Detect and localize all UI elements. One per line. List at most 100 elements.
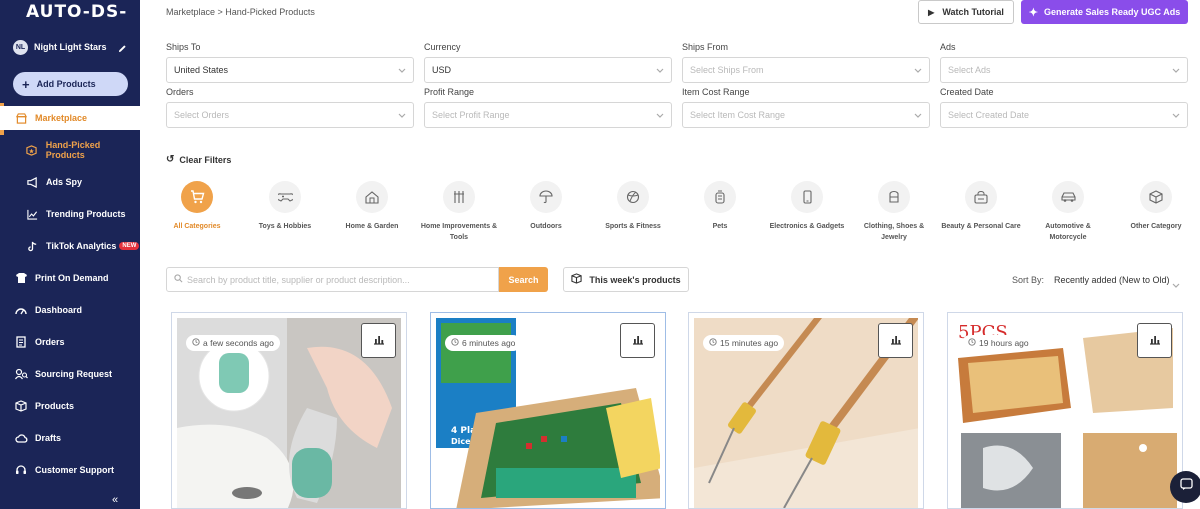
created-date-label: Created Date [940,87,994,97]
category-outdoors[interactable]: Outdoors [506,181,586,232]
sort-select[interactable]: Recently added (New to Old) [1054,275,1170,285]
category-label: Pets [712,223,728,230]
add-products-button[interactable]: + Add Products [13,72,128,96]
house-icon [356,181,388,213]
breadcrumb: Marketplace > Hand-Picked Products [166,7,315,17]
search-icon [174,274,183,285]
ships-from-select[interactable]: Select Ships From [682,57,930,83]
item-cost-select[interactable]: Select Item Cost Range [682,102,930,128]
logo[interactable]: AUTO-DS- [26,2,127,22]
ball-icon [617,181,649,213]
sidebar-item-label: Trending Products [46,209,126,219]
chat-support-button[interactable] [1170,471,1200,503]
ships-to-label: Ships To [166,42,201,52]
time-added-badge: 15 minutes ago [703,335,785,351]
sidebar-item-label: Ads Spy [46,177,83,187]
stats-button[interactable] [1137,323,1172,358]
product-card[interactable]: 15 minutes ago [688,312,924,509]
product-card[interactable]: 4 Players Dice Board 6 minutes ago [430,312,666,509]
sidebar: AUTO-DS- NL Night Light Stars + Add Prod… [0,0,140,509]
this-weeks-products-button[interactable]: This week's products [563,267,689,292]
time-added-text: a few seconds ago [203,338,274,348]
print-icon [14,271,28,285]
tools-icon [443,181,475,213]
clock-icon [451,338,459,348]
sparkle-icon: ✦ [1028,6,1038,19]
category-other[interactable]: Other Category [1116,181,1196,232]
clock-icon [192,338,200,348]
ships-to-select[interactable]: United States [166,57,414,83]
chevron-down-icon[interactable] [1172,276,1180,294]
product-card[interactable]: a few seconds ago [171,312,407,509]
sidebar-item-print-on-demand[interactable]: Print On Demand [0,266,140,290]
orders-label: Orders [166,87,194,97]
sidebar-item-trending[interactable]: Trending Products [0,202,140,226]
chevron-down-icon [1172,111,1180,121]
profit-range-label: Profit Range [424,87,475,97]
product-card[interactable]: 5PCS 19 hours ago [947,312,1183,509]
sidebar-item-orders[interactable]: Orders [0,330,140,354]
sidebar-item-marketplace[interactable]: Marketplace [0,106,140,130]
category-label: Home Improvements & Tools [420,223,498,241]
sidebar-item-products[interactable]: Products [0,394,140,418]
created-date-placeholder: Select Created Date [948,110,1030,120]
ads-select[interactable]: Select Ads [940,57,1188,83]
sidebar-item-label: Hand-Picked Products [45,140,101,160]
generate-ugc-ads-button[interactable]: ✦ Generate Sales Ready UGC Ads [1021,0,1188,24]
sidebar-item-label: Marketplace [35,113,88,123]
item-cost-label: Item Cost Range [682,87,750,97]
category-automotive[interactable]: Automotive & Motorcycle [1028,181,1108,243]
category-label: Clothing, Shoes & Jewelry [863,223,925,241]
support-icon [14,463,28,477]
currency-select[interactable]: USD [424,57,672,83]
chevron-down-icon [398,66,406,76]
category-label: Electronics & Gadgets [769,223,845,230]
sidebar-item-ads-spy[interactable]: Ads Spy [0,170,140,194]
time-added-text: 19 hours ago [979,338,1029,348]
sidebar-item-label: TikTok Analytics [46,241,117,251]
category-toys[interactable]: Toys & Hobbies [245,181,325,232]
clear-filters-label: Clear Filters [179,154,232,165]
category-label: Sports & Fitness [605,223,661,230]
stats-button[interactable] [361,323,396,358]
user-switcher[interactable]: NL Night Light Stars [13,38,133,56]
sidebar-item-support[interactable]: Customer Support [0,458,140,482]
category-label: Home & Garden [345,223,399,230]
search-button[interactable]: Search [499,267,548,292]
clear-filters-button[interactable]: ↺ Clear Filters [166,154,231,165]
search-placeholder: Search by product title, supplier or pro… [187,274,410,285]
cloud-icon [14,431,28,445]
sidebar-item-label: Print On Demand [35,273,109,283]
collapse-sidebar-icon[interactable]: « [112,494,118,506]
sidebar-item-dashboard[interactable]: Dashboard [0,298,140,322]
category-label: Beauty & Personal Care [941,223,1021,230]
time-added-text: 15 minutes ago [720,338,779,348]
pencil-icon[interactable] [118,40,127,58]
category-label: Outdoors [530,223,562,230]
sidebar-item-sourcing[interactable]: Sourcing Request [0,362,140,386]
category-beauty[interactable]: Beauty & Personal Care [941,181,1021,232]
category-sports[interactable]: Sports & Fitness [593,181,673,232]
sidebar-item-tiktok[interactable]: TikTok Analytics NEW [0,234,140,258]
category-clothing[interactable]: Clothing, Shoes & Jewelry [854,181,934,243]
trend-icon [25,207,39,221]
category-all[interactable]: All Categories [157,181,237,232]
category-pets[interactable]: Pets [680,181,760,232]
created-date-select[interactable]: Select Created Date [940,102,1188,128]
watch-tutorial-button[interactable]: ▶ Watch Tutorial [918,0,1014,24]
bag-icon [965,181,997,213]
category-home-improvements[interactable]: Home Improvements & Tools [419,181,499,243]
box-icon [571,273,583,286]
sidebar-item-label: Customer Support [35,465,115,475]
category-electronics[interactable]: Electronics & Gadgets [767,181,847,232]
sidebar-item-hand-picked[interactable]: Hand-Picked Products [0,138,140,162]
gamepad-icon [269,181,301,213]
stats-button[interactable] [620,323,655,358]
stats-button[interactable] [878,323,913,358]
orders-select[interactable]: Select Orders [166,102,414,128]
profit-range-select[interactable]: Select Profit Range [424,102,672,128]
category-home-garden[interactable]: Home & Garden [332,181,412,232]
search-input[interactable]: Search by product title, supplier or pro… [166,267,499,292]
sidebar-item-drafts[interactable]: Drafts [0,426,140,450]
item-cost-placeholder: Select Item Cost Range [690,110,786,120]
